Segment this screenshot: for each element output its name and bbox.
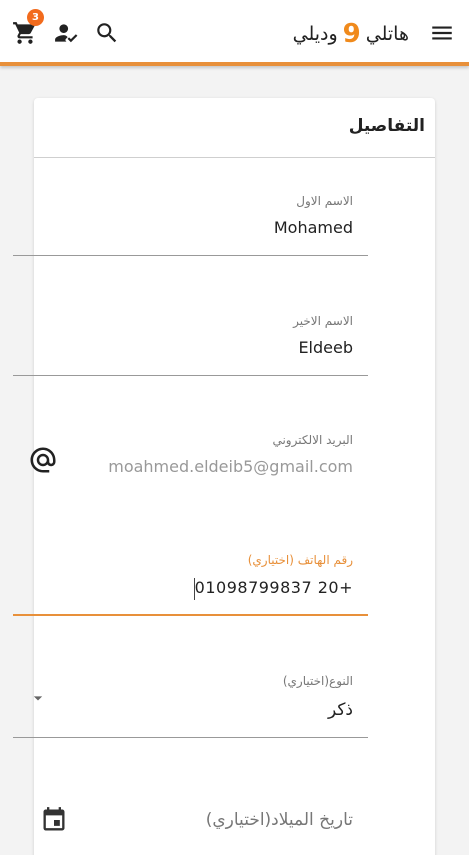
first-name-label: الاسم الاول bbox=[296, 194, 353, 208]
phone-label: رقم الهاتف (اختياري) bbox=[247, 553, 353, 567]
first-name-input[interactable]: Mohamed bbox=[274, 218, 353, 237]
first-name-underline bbox=[13, 255, 368, 256]
dropdown-arrow-icon[interactable] bbox=[28, 688, 48, 708]
account-button[interactable] bbox=[52, 18, 82, 48]
gender-underline bbox=[13, 737, 368, 738]
phone-underline-active bbox=[13, 614, 368, 616]
at-icon bbox=[28, 445, 58, 475]
email-field: البريد الالكتروني moahmed.eldeib5@gmail.… bbox=[13, 430, 368, 490]
last-name-input[interactable]: Eldeeb bbox=[298, 338, 353, 357]
app-header: 3 هاتلي 9 وديلي bbox=[0, 0, 469, 66]
email-label: البريد الالكتروني bbox=[272, 433, 353, 447]
last-name-field[interactable]: الاسم الاخير Eldeeb bbox=[13, 310, 368, 380]
last-name-label: الاسم الاخير bbox=[293, 314, 353, 328]
phone-input[interactable]: 01098799837 20+ bbox=[195, 578, 353, 597]
search-icon bbox=[97, 23, 117, 43]
birth-date-placeholder[interactable]: تاريخ الميلاد(اختياري) bbox=[206, 810, 353, 830]
logo-number: 9 bbox=[342, 19, 361, 49]
menu-button[interactable] bbox=[427, 18, 457, 48]
first-name-field[interactable]: الاسم الاول Mohamed bbox=[13, 190, 368, 260]
phone-field[interactable]: رقم الهاتف (اختياري) 01098799837 20+ bbox=[13, 550, 368, 620]
card-title: التفاصيل bbox=[348, 116, 425, 136]
logo-text-right: وديلي bbox=[292, 23, 338, 45]
cart-count-badge: 3 bbox=[27, 9, 44, 26]
app-logo[interactable]: هاتلي 9 وديلي bbox=[293, 14, 409, 54]
last-name-underline bbox=[13, 375, 368, 376]
card-header: التفاصيل bbox=[34, 98, 435, 158]
gender-select[interactable]: النوع(اختياري) ذكر bbox=[13, 672, 368, 742]
user-check-icon bbox=[55, 24, 78, 43]
logo-text-left: هاتلي bbox=[365, 23, 409, 45]
gender-selected-value[interactable]: ذكر bbox=[328, 700, 353, 720]
gender-label: النوع(اختياري) bbox=[282, 674, 353, 688]
email-value: moahmed.eldeib5@gmail.com bbox=[108, 457, 353, 476]
text-cursor bbox=[194, 578, 195, 600]
calendar-icon[interactable] bbox=[40, 806, 70, 836]
search-button[interactable] bbox=[92, 18, 122, 48]
menu-icon bbox=[432, 26, 452, 40]
